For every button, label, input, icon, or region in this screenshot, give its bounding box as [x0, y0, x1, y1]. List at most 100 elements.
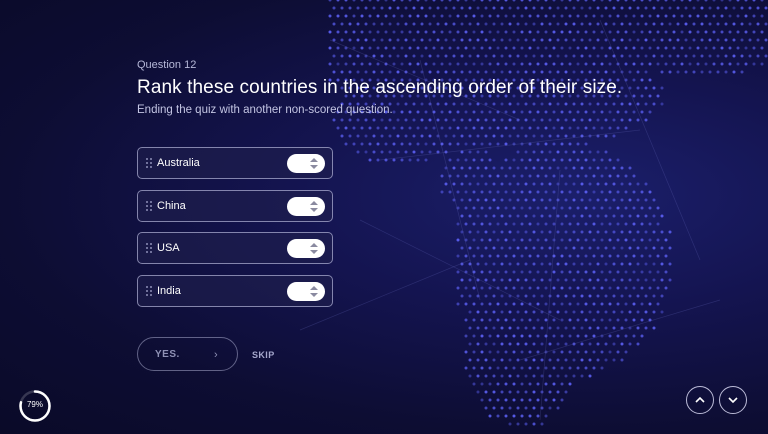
drag-handle-icon[interactable] — [146, 158, 152, 170]
globe-dot — [633, 207, 636, 210]
globe-dot — [505, 15, 508, 18]
globe-dot — [689, 47, 692, 50]
globe-dot — [645, 39, 648, 42]
globe-dot — [541, 263, 544, 266]
globe-dot — [661, 55, 664, 58]
globe-dot — [477, 39, 480, 42]
rank-stepper[interactable] — [287, 197, 325, 216]
globe-dot — [341, 71, 344, 74]
drag-handle-icon[interactable] — [146, 286, 152, 298]
globe-dot — [561, 271, 564, 274]
globe-dot — [477, 151, 480, 154]
globe-dot — [505, 63, 508, 66]
globe-dot — [333, 119, 336, 122]
globe-dot — [481, 191, 484, 194]
globe-dot — [493, 103, 496, 106]
globe-dot — [533, 423, 536, 426]
rank-stepper[interactable] — [287, 282, 325, 301]
globe-dot — [565, 103, 568, 106]
globe-dot — [613, 135, 616, 138]
globe-dot — [517, 423, 520, 426]
globe-dot — [377, 159, 380, 162]
globe-dot — [661, 87, 664, 90]
globe-dot — [701, 39, 704, 42]
globe-dot — [425, 127, 428, 130]
globe-dot — [469, 327, 472, 330]
arrow-up-icon[interactable] — [310, 158, 318, 162]
globe-dot — [577, 367, 580, 370]
globe-dot — [349, 135, 352, 138]
globe-dot — [465, 191, 468, 194]
skip-link[interactable]: SKIP — [252, 350, 275, 360]
globe-dot — [553, 207, 556, 210]
globe-dot — [565, 359, 568, 362]
arrow-up-icon[interactable] — [310, 201, 318, 205]
globe-dot — [573, 39, 576, 42]
rank-item-label: China — [157, 200, 186, 212]
globe-dot — [481, 255, 484, 258]
rank-item-usa[interactable]: USA — [137, 232, 333, 264]
confirm-button[interactable]: YES. › — [137, 337, 238, 371]
globe-dot — [557, 295, 560, 298]
globe-dot — [481, 367, 484, 370]
globe-dot — [369, 31, 372, 34]
globe-dot — [577, 15, 580, 18]
globe-dot — [613, 23, 616, 26]
globe-dot — [513, 319, 516, 322]
previous-question-button[interactable] — [686, 386, 714, 414]
globe-dot — [577, 127, 580, 130]
globe-dot — [465, 367, 468, 370]
globe-dot — [497, 415, 500, 418]
next-question-button[interactable] — [719, 386, 747, 414]
globe-dot — [585, 31, 588, 34]
globe-dot — [497, 239, 500, 242]
globe-dot — [509, 39, 512, 42]
arrow-down-icon[interactable] — [310, 250, 318, 254]
arrow-up-icon[interactable] — [310, 286, 318, 290]
globe-dot — [501, 135, 504, 138]
rank-item-australia[interactable]: Australia — [137, 147, 333, 179]
drag-handle-icon[interactable] — [146, 201, 152, 213]
drag-handle-icon[interactable] — [146, 243, 152, 255]
rank-stepper[interactable] — [287, 239, 325, 258]
globe-dot — [569, 111, 572, 114]
arrow-down-icon[interactable] — [310, 293, 318, 297]
globe-dot — [701, 7, 704, 10]
globe-dot — [533, 359, 536, 362]
globe-dot — [597, 23, 600, 26]
globe-dot — [549, 343, 552, 346]
globe-dot — [357, 55, 360, 58]
globe-dot — [641, 95, 644, 98]
globe-dot — [521, 415, 524, 418]
globe-dot — [389, 119, 392, 122]
rank-item-india[interactable]: India — [137, 275, 333, 307]
globe-dot — [369, 0, 372, 2]
globe-dot — [641, 0, 644, 2]
arrow-down-icon[interactable] — [310, 208, 318, 212]
globe-dot — [625, 303, 628, 306]
globe-dot — [457, 0, 460, 2]
globe-dot — [565, 231, 568, 234]
question-title: Rank these countries in the ascending or… — [137, 77, 622, 99]
globe-dot — [489, 223, 492, 226]
globe-dot — [465, 31, 468, 34]
globe-dot — [553, 383, 556, 386]
globe-dot — [637, 263, 640, 266]
globe-dot — [581, 167, 584, 170]
rank-item-china[interactable]: China — [137, 190, 333, 222]
rank-stepper[interactable] — [287, 154, 325, 173]
arrow-up-icon[interactable] — [310, 243, 318, 247]
globe-dot — [613, 263, 616, 266]
globe-dot — [569, 287, 572, 290]
globe-dot — [569, 303, 572, 306]
globe-dot — [601, 0, 604, 2]
globe-dot — [505, 303, 508, 306]
globe-dot — [565, 263, 568, 266]
globe-dot — [465, 335, 468, 338]
globe-dot — [461, 39, 464, 42]
globe-dot — [561, 191, 564, 194]
globe-dot — [437, 39, 440, 42]
globe-dot — [569, 319, 572, 322]
arrow-down-icon[interactable] — [310, 165, 318, 169]
globe-dot — [469, 279, 472, 282]
